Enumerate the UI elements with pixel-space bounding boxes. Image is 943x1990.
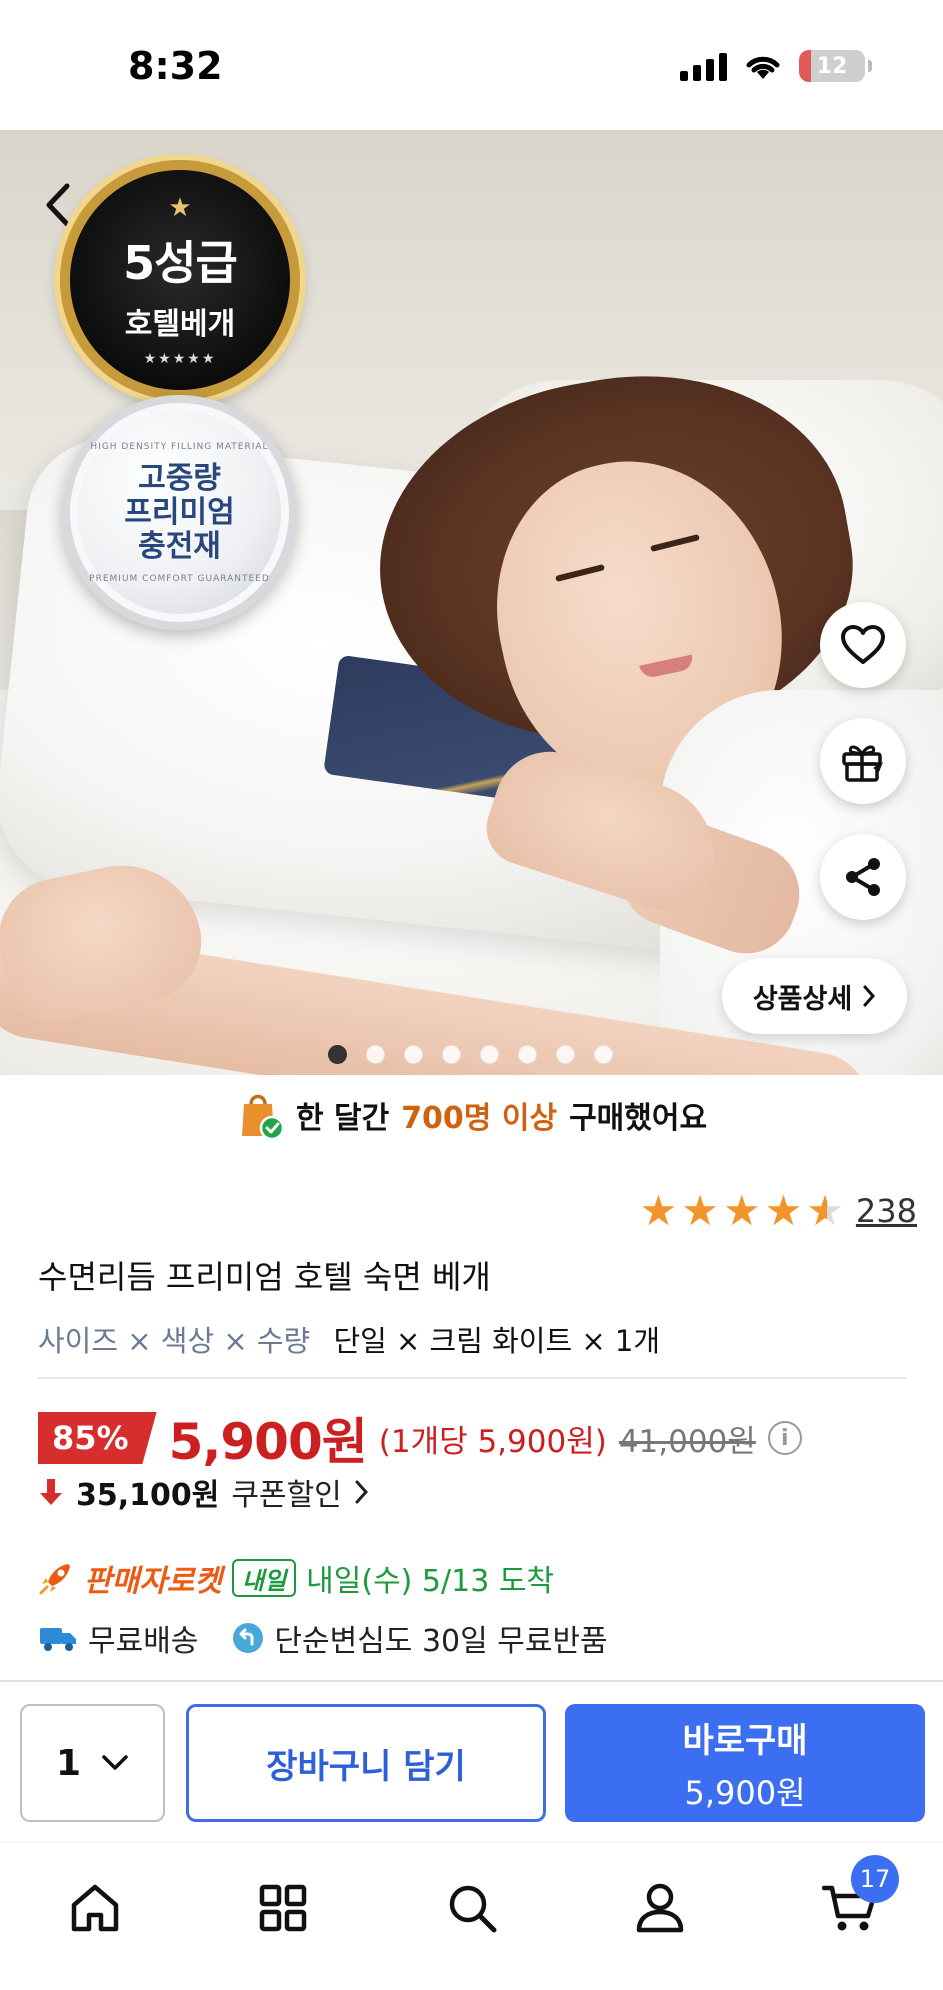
arrival-date: 내일(수) 5/13 도착 xyxy=(306,1564,555,1599)
user-icon xyxy=(636,1883,684,1933)
badge-silver-line3: 충전재 xyxy=(138,528,221,564)
product-title: 수면리듬 프리미엄 호텔 숙면 베개 xyxy=(38,1258,491,1296)
chevron-right-icon xyxy=(355,1480,368,1504)
gift-icon xyxy=(842,745,883,782)
purchase-count-banner: 한 달간 700명 이상 구매했어요 xyxy=(0,1090,943,1141)
option-label: 사이즈 × 색상 × 수량 xyxy=(38,1324,311,1358)
battery-icon: 12 xyxy=(799,50,872,82)
share-button[interactable] xyxy=(820,834,906,920)
star-full-icon: ★ xyxy=(722,1186,761,1235)
return-icon xyxy=(233,1623,264,1653)
badge-silver-line1: 고중량 xyxy=(138,460,221,496)
five-star-hotel-badge: ★ 5성급 호텔베개 ★★★★★ xyxy=(60,160,300,400)
gift-button[interactable] xyxy=(820,718,906,804)
tab-home[interactable] xyxy=(60,1873,130,1943)
heart-icon xyxy=(841,625,885,664)
review-count-link[interactable]: 238 xyxy=(856,1192,917,1230)
banner-suffix: 구매했어요 xyxy=(569,1101,708,1136)
coupon-price: 35,100원 xyxy=(76,1478,220,1513)
carousel-dot xyxy=(556,1045,575,1064)
bottom-tab-bar: 17 xyxy=(0,1842,943,1990)
carousel-dot xyxy=(404,1045,423,1064)
premium-filling-badge: HIGH DENSITY FILLING MATERIAL 고중량 프리미엄 충… xyxy=(62,395,297,630)
tab-categories[interactable] xyxy=(248,1873,318,1943)
coupon-discount-row[interactable]: 35,100원 쿠폰할인 xyxy=(38,1470,370,1514)
star-full-icon: ★ xyxy=(764,1186,803,1235)
tab-my-page[interactable] xyxy=(625,1873,695,1943)
carousel-dot xyxy=(442,1045,461,1064)
option-selector[interactable]: 사이즈 × 색상 × 수량 단일 × 크림 화이트 × 1개 xyxy=(38,1318,660,1360)
star-full-icon: ★ xyxy=(639,1186,678,1235)
chevron-left-icon xyxy=(46,183,70,227)
carousel-dot xyxy=(518,1045,537,1064)
status-icons: 12 xyxy=(680,50,872,82)
badge-ring-top: HIGH DENSITY FILLING MATERIAL xyxy=(90,441,269,452)
cellular-signal-icon xyxy=(680,51,727,81)
sale-price: 5,900원 xyxy=(168,1413,368,1471)
carousel-dot xyxy=(366,1045,385,1064)
arrow-down-icon xyxy=(40,1479,62,1505)
banner-prefix: 한 달간 xyxy=(295,1101,390,1136)
badge-ring-bottom: PREMIUM COMFORT GUARANTEED xyxy=(89,573,270,584)
wishlist-button[interactable] xyxy=(820,602,906,688)
star-full-icon: ★ xyxy=(681,1186,719,1235)
buy-now-price: 5,900원 xyxy=(684,1773,806,1812)
delivery-row: 판매자로켓 내일 내일(수) 5/13 도착 xyxy=(38,1556,554,1600)
badge-stars-icon: ★★★★★ xyxy=(143,351,217,367)
discount-badge: 85% xyxy=(38,1412,157,1464)
banner-highlight: 700명 이상 xyxy=(401,1101,558,1136)
rocket-icon xyxy=(39,1564,70,1595)
carousel-dot xyxy=(328,1045,347,1064)
truck-icon xyxy=(40,1628,76,1651)
star-icon: ★ xyxy=(168,193,192,223)
info-icon[interactable]: i xyxy=(767,1421,802,1455)
free-shipping-label: 무료배송 xyxy=(88,1624,199,1659)
rating-summary[interactable]: ★ ★ ★ ★ ★ 238 xyxy=(640,1190,917,1232)
tomorrow-tag: 내일 xyxy=(232,1559,297,1597)
badge-gold-line1: 5성급 xyxy=(123,236,238,290)
purchase-action-bar: 1 장바구니 담기 바로구매 5,900원 xyxy=(0,1680,943,1842)
add-to-cart-button[interactable]: 장바구니 담기 xyxy=(186,1704,546,1822)
buy-now-button[interactable]: 바로구매 5,900원 xyxy=(565,1704,925,1822)
badge-silver-line2: 프리미엄 xyxy=(124,494,235,530)
divider xyxy=(38,1377,906,1379)
buy-now-label: 바로구매 xyxy=(682,1720,808,1761)
grid-icon xyxy=(259,1884,307,1932)
search-icon xyxy=(449,1885,497,1933)
chevron-right-icon xyxy=(863,985,876,1007)
quantity-select[interactable]: 1 xyxy=(20,1704,165,1822)
battery-level: 12 xyxy=(816,53,848,79)
status-bar: 8:32 12 xyxy=(0,0,943,130)
shipping-return-row: 무료배송 단순변심도 30일 무료반품 xyxy=(38,1616,608,1660)
seller-rocket-label: 판매자로켓 xyxy=(84,1564,222,1599)
home-icon xyxy=(71,1884,119,1932)
badge-gold-line2: 호텔베개 xyxy=(124,307,236,342)
unit-price: (1개당 5,900원) xyxy=(378,1423,607,1460)
option-value: 단일 × 크림 화이트 × 1개 xyxy=(333,1324,661,1358)
tab-search[interactable] xyxy=(437,1873,507,1943)
carousel-dot xyxy=(594,1045,613,1064)
price-row: 85% 5,900원 (1개당 5,900원) 41,000원 i xyxy=(38,1402,802,1474)
free-return-label: 단순변심도 30일 무료반품 xyxy=(274,1624,608,1659)
original-price: 41,000원 xyxy=(618,1423,756,1460)
wifi-icon xyxy=(746,56,780,79)
cart-count-badge: 17 xyxy=(851,1855,899,1903)
carousel-indicator xyxy=(328,1045,613,1064)
share-icon xyxy=(846,858,880,896)
quantity-value: 1 xyxy=(55,1742,82,1784)
carousel-dot xyxy=(480,1045,499,1064)
product-detail-label: 상품상세 xyxy=(752,983,853,1015)
tab-cart[interactable]: 17 xyxy=(815,1855,899,1943)
status-time: 8:32 xyxy=(128,44,223,88)
chevron-down-icon xyxy=(102,1755,128,1770)
coupon-label: 쿠폰할인 xyxy=(231,1478,342,1513)
shopping-bag-check-icon xyxy=(236,1090,285,1141)
product-detail-button[interactable]: 상품상세 xyxy=(722,958,907,1034)
star-half-icon: ★ xyxy=(806,1186,844,1235)
